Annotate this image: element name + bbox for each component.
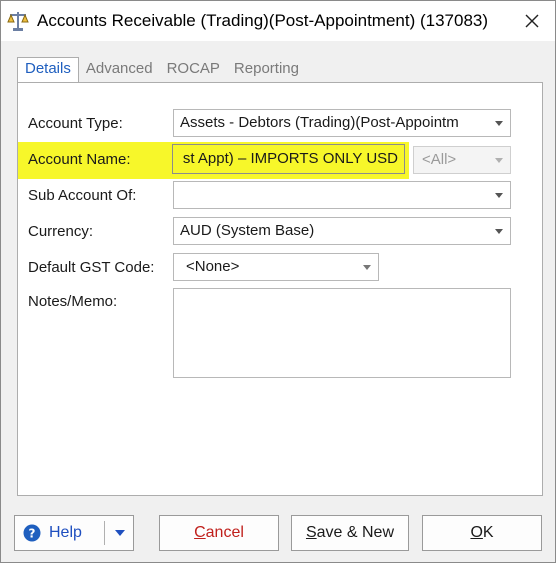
account-type-value: Assets - Debtors (Trading)(Post-Appointm [180, 114, 459, 131]
help-label: Help [49, 524, 82, 541]
chevron-down-icon[interactable] [492, 147, 506, 173]
sub-account-label: Sub Account Of: [28, 187, 137, 204]
cancel-label: ancel [205, 524, 244, 541]
cancel-button[interactable]: Cancel [159, 515, 279, 551]
account-type-select[interactable]: Assets - Debtors (Trading)(Post-Appointm [173, 109, 511, 137]
notes-textarea[interactable] [173, 288, 511, 378]
help-button[interactable]: ? Help [14, 515, 134, 551]
scales-icon [7, 12, 29, 31]
currency-label: Currency: [28, 223, 94, 240]
gst-code-label: Default GST Code: [28, 259, 155, 276]
svg-text:?: ? [29, 527, 36, 541]
tab-strip: Details Advanced ROCAP Reporting [17, 57, 306, 83]
account-name-label: Account Name: [28, 151, 131, 168]
account-type-label: Account Type: [28, 115, 123, 132]
tab-advanced[interactable]: Advanced [79, 57, 160, 81]
close-button[interactable] [517, 6, 547, 36]
close-icon [525, 14, 539, 28]
window-title: Accounts Receivable (Trading)(Post-Appoi… [37, 11, 489, 30]
chevron-down-icon[interactable] [492, 182, 506, 208]
gst-code-select[interactable]: <None> [173, 253, 379, 281]
ok-button[interactable]: OK [422, 515, 542, 551]
tab-reporting[interactable]: Reporting [227, 57, 306, 81]
account-name-value: st Appt) – IMPORTS ONLY USD [182, 150, 398, 167]
notes-label: Notes/Memo: [28, 293, 118, 310]
help-icon: ? [23, 524, 41, 542]
cancel-mnemonic: C [194, 524, 206, 541]
account-name-field[interactable]: st Appt) – IMPORTS ONLY USD [172, 144, 405, 174]
sub-account-select[interactable] [173, 181, 511, 209]
save-new-button[interactable]: Save & New [291, 515, 409, 551]
currency-select[interactable]: AUD (System Base) [173, 217, 511, 245]
ok-mnemonic: O [470, 524, 483, 541]
dialog-window: Accounts Receivable (Trading)(Post-Appoi… [0, 0, 556, 563]
help-dropdown-button[interactable] [107, 516, 133, 550]
chevron-down-icon[interactable] [360, 254, 374, 280]
save-new-mnemonic: S [305, 524, 317, 541]
currency-value: AUD (System Base) [180, 222, 315, 239]
gst-code-value: <None> [186, 258, 240, 275]
chevron-down-icon[interactable] [492, 110, 506, 136]
title-bar: Accounts Receivable (Trading)(Post-Appoi… [1, 1, 555, 41]
tab-details[interactable]: Details [17, 57, 79, 82]
account-name-filter-value: <All> [422, 151, 457, 168]
ok-label: K [482, 524, 494, 541]
help-divider [104, 521, 105, 545]
save-new-label: ave & New [316, 524, 395, 541]
caret-down-icon [115, 530, 125, 536]
chevron-down-icon[interactable] [492, 218, 506, 244]
tab-rocap[interactable]: ROCAP [160, 57, 227, 81]
account-name-filter-select[interactable]: <All> [413, 146, 511, 174]
